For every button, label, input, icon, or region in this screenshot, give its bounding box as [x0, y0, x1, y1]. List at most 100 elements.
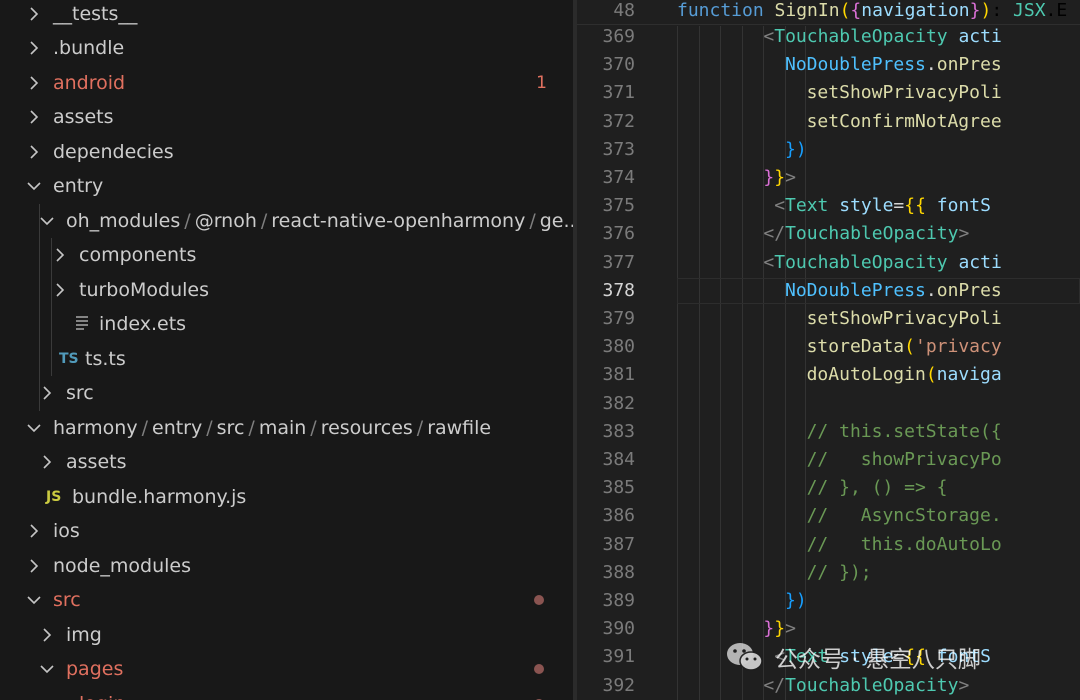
sticky-scroll-header[interactable]: 48 function SignIn({navigation}): JSX.E — [577, 0, 1080, 25]
tree-item-label: assets — [66, 451, 127, 473]
tree-item[interactable]: TS ts.ts — [0, 342, 573, 376]
code-token: }) — [785, 590, 807, 611]
tree-item[interactable]: harmony / entry / src / main / resources / rawfile — [0, 411, 573, 445]
chevron-down-icon[interactable] — [38, 660, 56, 678]
code-token: // this.doAutoLo — [806, 533, 1002, 555]
line-number: 375 — [602, 195, 635, 217]
code-token: }) — [785, 138, 807, 160]
chevron-right-icon[interactable] — [51, 281, 69, 299]
code-line[interactable]: 385 // }, () => { — [577, 474, 1080, 502]
tree-item[interactable]: assets — [0, 445, 573, 479]
code-line[interactable]: 374 }}> — [577, 164, 1080, 192]
code-token: . — [925, 54, 937, 76]
chevron-right-icon[interactable] — [51, 246, 69, 264]
tree-item[interactable]: android 1 — [0, 66, 573, 100]
chevron-down-icon[interactable] — [25, 419, 43, 437]
code-line[interactable]: 379 setShowPrivacyPoli — [577, 305, 1080, 333]
chevron-right-icon[interactable] — [25, 5, 43, 23]
code-line[interactable]: 375 <Text style={{ fontS — [577, 192, 1080, 220]
code-token: .E — [1045, 0, 1068, 21]
code-line[interactable]: 373}) — [577, 136, 1080, 164]
line-number: 387 — [602, 533, 635, 555]
tree-item[interactable]: assets — [0, 100, 573, 134]
chevron-down-icon[interactable] — [51, 695, 69, 700]
path-separator: / — [248, 416, 255, 439]
code-line[interactable]: 369 <TouchableOpacity acti — [577, 23, 1080, 51]
chevron-right-icon[interactable] — [38, 384, 56, 402]
tree-item[interactable]: login — [0, 687, 573, 700]
code-line[interactable]: 389}) — [577, 587, 1080, 615]
code-text: <TouchableOpacity acti — [763, 249, 1001, 277]
code-line[interactable]: 377 <TouchableOpacity acti — [577, 249, 1080, 277]
tree-item[interactable]: .bundle — [0, 31, 573, 65]
code-text: }) — [785, 587, 807, 615]
tree-item[interactable]: __tests__ — [0, 0, 573, 31]
line-number: 376 — [602, 223, 635, 245]
tree-item[interactable]: src — [0, 376, 573, 410]
tree-item[interactable]: ios — [0, 514, 573, 548]
code-token: > — [958, 674, 970, 696]
tree-item[interactable]: components — [0, 238, 573, 272]
path-segment: main — [258, 416, 307, 439]
tree-item[interactable]: index.ets — [0, 307, 573, 341]
chevron-right-icon[interactable] — [25, 143, 43, 161]
code-token: < — [774, 195, 786, 217]
code-line[interactable]: 376 </TouchableOpacity> — [577, 220, 1080, 248]
line-number: 374 — [602, 167, 635, 188]
chevron-down-icon[interactable] — [38, 212, 56, 230]
tree-item-label: entry — [53, 175, 104, 197]
sticky-code: function SignIn({navigation}): JSX.E — [677, 0, 1067, 22]
tree-item[interactable]: pages — [0, 652, 573, 686]
path-segment: ge... — [539, 209, 573, 232]
code-token: navigation — [861, 0, 970, 21]
code-text: // showPrivacyPo — [807, 446, 1002, 474]
code-line[interactable]: 371 setShowPrivacyPoli — [577, 79, 1080, 107]
code-line[interactable]: 386 // AsyncStorage. — [577, 502, 1080, 530]
chevron-right-icon[interactable] — [38, 626, 56, 644]
code-line[interactable]: 381 doAutoLogin(naviga — [577, 361, 1080, 389]
code-line[interactable]: 380 storeData('privacy — [577, 333, 1080, 361]
tree-item-label: img — [66, 623, 102, 646]
code-text: // }); — [807, 559, 872, 587]
tree-item[interactable]: entry — [0, 169, 573, 203]
code-text: </TouchableOpacity> — [763, 220, 969, 248]
tree-item-label: .bundle — [53, 37, 125, 59]
tree-item[interactable]: src — [0, 583, 573, 617]
code-line[interactable]: 387 // this.doAutoLo — [577, 531, 1080, 559]
code-text: // this.doAutoLo — [807, 531, 1002, 559]
line-number: 383 — [602, 420, 635, 442]
code-editor[interactable]: 48 function SignIn({navigation}): JSX.E 36… — [577, 0, 1080, 700]
code-line[interactable]: 370 NoDoublePress.onPres — [577, 51, 1080, 79]
line-number: 370 — [602, 54, 635, 76]
tree-item[interactable]: node_modules — [0, 549, 573, 583]
tree-item-label: src — [53, 589, 81, 611]
file-explorer: __tests__ .bundle android 1 assets dependecie… — [0, 0, 573, 700]
code-line[interactable]: 378 NoDoublePress.onPres — [577, 277, 1080, 305]
code-line[interactable]: 384 // showPrivacyPo — [577, 446, 1080, 474]
chevron-down-icon[interactable] — [25, 177, 43, 195]
line-number: 369 — [602, 26, 635, 47]
code-line[interactable]: 372 setConfirmNotAgree — [577, 108, 1080, 136]
tree-item-label: ts.ts — [85, 347, 126, 370]
git-modified-dot-icon — [534, 595, 544, 605]
chevron-right-icon[interactable] — [25, 522, 43, 540]
chevron-right-icon[interactable] — [38, 453, 56, 471]
tree-item[interactable]: dependecies — [0, 135, 573, 169]
chevron-right-icon[interactable] — [25, 557, 43, 575]
chevron-down-icon[interactable] — [25, 591, 43, 609]
chevron-right-icon[interactable] — [25, 108, 43, 126]
tree-item[interactable]: turboModules — [0, 273, 573, 307]
chevron-right-icon[interactable] — [25, 39, 43, 57]
code-line[interactable]: 383 // this.setState({ — [577, 418, 1080, 446]
code-line[interactable]: 382 — [577, 390, 1080, 418]
code-token: storeData — [806, 336, 905, 358]
tree-item-label: bundle.harmony.js — [72, 485, 247, 508]
code-text: }}> — [763, 164, 796, 192]
tree-item[interactable]: oh_modules / @rnoh / react-native-openharmon… — [0, 204, 573, 238]
tree-item[interactable]: JS bundle.harmony.js — [0, 480, 573, 514]
tree-item[interactable]: img — [0, 618, 573, 652]
code-token: TouchableOpacity — [774, 26, 948, 47]
chevron-right-icon[interactable] — [25, 74, 43, 92]
code-line[interactable]: 388 // }); — [577, 559, 1080, 587]
